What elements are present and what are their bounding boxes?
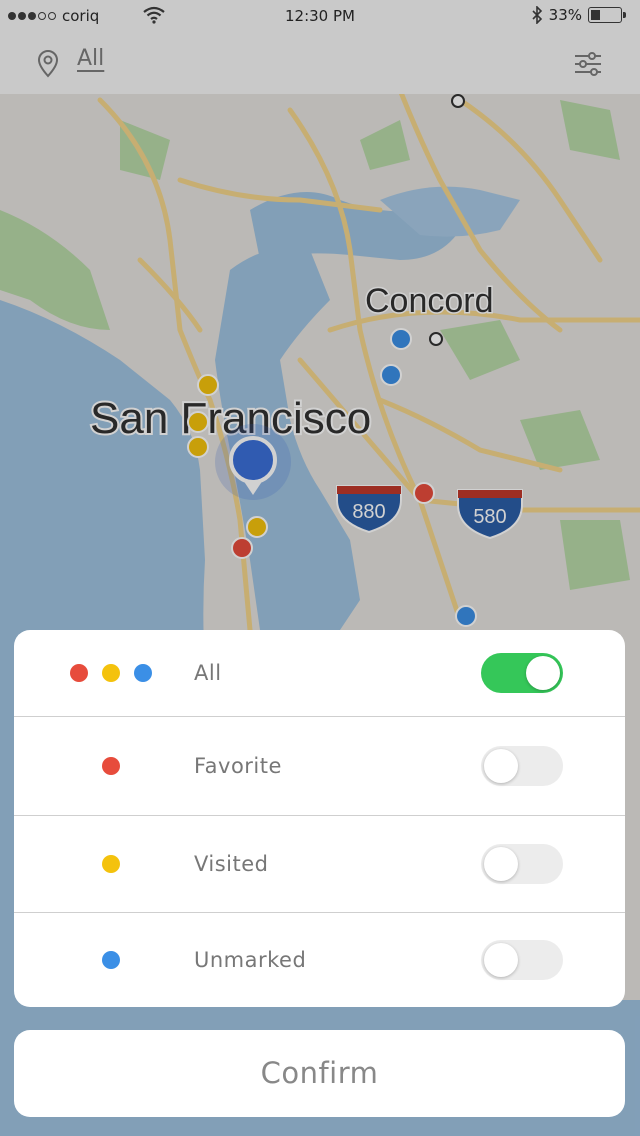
bluetooth-icon — [532, 6, 542, 24]
filter-label[interactable]: All — [77, 46, 104, 71]
status-bar: coriq 12:30 PM 33% — [0, 0, 640, 34]
confirm-button[interactable]: Confirm — [14, 1030, 625, 1117]
top-bar: All — [0, 34, 640, 94]
unmarked-dot-icon — [134, 664, 152, 682]
battery-icon — [588, 7, 626, 23]
unmarked-dot-icon — [102, 951, 120, 969]
favorite-dot-icon — [70, 664, 88, 682]
visited-dot-icon — [102, 855, 120, 873]
row-label: Favorite — [194, 754, 282, 778]
toggle-visited[interactable] — [481, 844, 563, 884]
row-label: All — [194, 661, 222, 685]
filter-row-visited[interactable]: Visited — [14, 816, 625, 912]
filter-row-unmarked[interactable]: Unmarked — [14, 913, 625, 1007]
toggle-favorite[interactable] — [481, 746, 563, 786]
battery-percentage: 33% — [548, 6, 582, 24]
filter-row-all[interactable]: All — [14, 630, 625, 716]
sliders-icon[interactable] — [574, 51, 602, 77]
favorite-dot-icon — [102, 757, 120, 775]
toggle-unmarked[interactable] — [481, 940, 563, 980]
filter-row-favorite[interactable]: Favorite — [14, 717, 625, 815]
row-label: Visited — [194, 852, 269, 876]
filter-sheet: All Favorite Visited Unmarked — [14, 630, 625, 1007]
visited-dot-icon — [102, 664, 120, 682]
color-dots — [70, 664, 152, 682]
toggle-all[interactable] — [481, 653, 563, 693]
location-pin-icon[interactable] — [36, 50, 60, 78]
row-label: Unmarked — [194, 948, 307, 972]
